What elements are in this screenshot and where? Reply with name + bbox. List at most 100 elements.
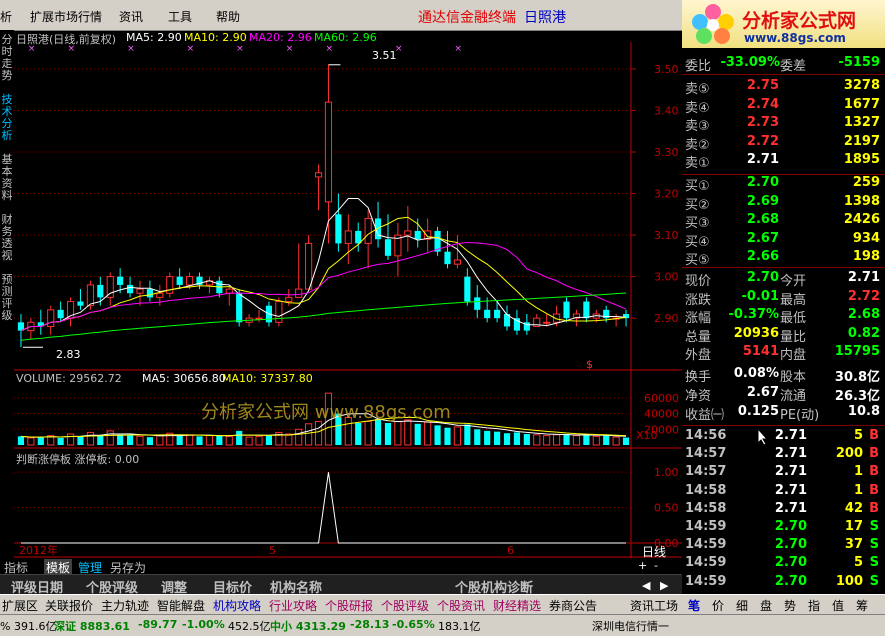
- menu-item-tools[interactable]: 工具: [168, 8, 192, 25]
- bid-row[interactable]: 买② 2.69 1398: [682, 193, 885, 213]
- side-tab-forecast[interactable]: 预测评级: [0, 274, 14, 322]
- stat-row[interactable]: 涨幅 -0.37% 最低 2.68: [682, 307, 885, 326]
- menu-item-ext-market[interactable]: 扩展市场行情: [30, 8, 102, 25]
- status-sme-index[interactable]: 中小 4313.29: [270, 618, 346, 634]
- volume-bar: [255, 435, 263, 446]
- bid-row[interactable]: 买④ 2.67 934: [682, 231, 885, 250]
- menu-item-analysis[interactable]: 析: [0, 8, 12, 25]
- chart-canvas[interactable]: × × × × × × × × ×$ 3.503.403.303.203.103.002.906…: [14, 30, 682, 558]
- tab-stock-news[interactable]: 个股资讯: [437, 597, 485, 614]
- tick-time: 14:57: [685, 446, 727, 462]
- volume-tick-label: 40000: [644, 408, 679, 421]
- ma5-line: [20, 198, 627, 332]
- volume-bar: [285, 433, 293, 446]
- tick-row[interactable]: 14:57 2.71 1 B: [682, 464, 885, 482]
- status-sz-index[interactable]: 深证 8883.61: [54, 618, 130, 634]
- row-value-2: 2426: [843, 212, 880, 228]
- stat-row[interactable]: 收益㈠ 0.125 PE(动) 10.8: [682, 404, 885, 423]
- tick-row[interactable]: 14:59 2.70 17 S: [682, 519, 885, 537]
- ask-row[interactable]: 卖① 2.71 1895: [682, 152, 885, 171]
- stat-row[interactable]: 涨跌 -0.01 最高 2.72: [682, 289, 885, 308]
- ask-row[interactable]: 卖② 2.72 2197: [682, 133, 885, 153]
- tab-institution-strategy[interactable]: 机构攻略: [213, 597, 261, 614]
- row-value-2: 26.3亿: [834, 389, 880, 404]
- signal-marker: ×: [187, 44, 195, 54]
- diagnosis-header-bar: 评级日期 个股评级 调整 目标价 机构名称 个股机构诊断 ◀ ▶: [0, 574, 682, 596]
- right-tab-trend[interactable]: 势: [784, 597, 796, 614]
- side-tab-intraday[interactable]: 分时走势: [0, 34, 14, 82]
- ask-row[interactable]: 卖④ 2.74 1677: [682, 97, 885, 116]
- minus-icon[interactable]: -: [654, 559, 658, 572]
- bid-row[interactable]: 买⑤ 2.66 198: [682, 249, 885, 268]
- y-tick-label: 3.50: [654, 63, 679, 76]
- right-tab-value[interactable]: 值: [832, 597, 844, 614]
- candle-body: [474, 297, 481, 310]
- right-tab-board[interactable]: 盘: [760, 597, 772, 614]
- right-tab-trade[interactable]: 笔: [688, 597, 700, 614]
- tick-row[interactable]: 14:59 2.70 37 S: [682, 537, 885, 555]
- bid-row[interactable]: 买① 2.70 259: [682, 175, 885, 194]
- right-tab-detail[interactable]: 细: [736, 597, 748, 614]
- tick-row[interactable]: 14:58 2.71 42 B: [682, 501, 885, 519]
- watermark-text: 分析家公式网 www.88gs.com: [201, 402, 451, 423]
- stat-row[interactable]: 总量 20936 量比 0.82: [682, 326, 885, 345]
- status-bar: % 391.6亿 深证 8883.61 -89.77 -1.00% 452.5亿…: [0, 614, 885, 636]
- menu-item-news[interactable]: 资讯: [119, 8, 143, 25]
- menu-item-help[interactable]: 帮助: [216, 8, 240, 25]
- tab-related-quote[interactable]: 关联报价: [45, 597, 93, 614]
- volume-bar: [612, 436, 620, 446]
- tab-stock-research[interactable]: 个股研报: [325, 597, 373, 614]
- row-value: 2.69: [746, 193, 779, 209]
- tab-stock-rating[interactable]: 个股评级: [381, 597, 429, 614]
- row-label-2: 最高: [780, 292, 807, 308]
- tick-row[interactable]: 14:59 2.70 100 S: [682, 574, 885, 592]
- candle-body: [186, 276, 194, 286]
- tick-row[interactable]: 14:59 2.70 5 S: [682, 555, 885, 573]
- y-tick-label: 3.40: [654, 104, 679, 117]
- tick-price: 2.70: [774, 519, 807, 534]
- stat-row[interactable]: 外盘 5141 内盘 15795: [682, 344, 885, 363]
- tick-row[interactable]: 14:56 2.71 5 B: [682, 428, 885, 446]
- tab-finance-picks[interactable]: 财经精选: [493, 597, 541, 614]
- ask-row[interactable]: 卖③ 2.73 1327: [682, 115, 885, 134]
- stat-row[interactable]: 现价 2.70 今开 2.71: [682, 270, 885, 289]
- tick-time: 14:56: [685, 428, 727, 443]
- weibi-value: -33.09%: [720, 55, 780, 70]
- tick-row[interactable]: 14:57 2.71 200 B: [682, 446, 885, 464]
- right-tab-price[interactable]: 价: [712, 597, 724, 614]
- tab-industry-strategy[interactable]: 行业攻略: [269, 597, 317, 614]
- tab-broker-notice[interactable]: 券商公告: [549, 597, 597, 614]
- right-tab-chips[interactable]: 筹: [856, 597, 868, 614]
- scroll-left-icon[interactable]: ◀: [642, 579, 650, 592]
- bid-row[interactable]: 买③ 2.68 2426: [682, 212, 885, 232]
- volume-bar: [533, 434, 541, 446]
- chart-title: 日照港(日线,前复权): [16, 33, 117, 46]
- tab-smart-analysis[interactable]: 智能解盘: [157, 597, 205, 614]
- tick-side: B: [869, 446, 879, 462]
- side-tab-fundamentals[interactable]: 基本资料: [0, 154, 14, 202]
- logo-url[interactable]: www.88gs.com: [744, 31, 846, 45]
- status-server[interactable]: 深圳电信行情一: [592, 618, 669, 634]
- row-label: 买③: [685, 216, 710, 232]
- ask-row[interactable]: 卖⑤ 2.75 3278: [682, 78, 885, 97]
- kline-chart-area[interactable]: × × × × × × × × × $ 3.50 3.40 3.30 3.20 3.10 3.00 2.90 6…: [14, 30, 682, 559]
- tick-price: 2.70: [774, 555, 807, 571]
- low-annotation: 2.83: [56, 348, 81, 361]
- scroll-right-icon[interactable]: ▶: [660, 579, 668, 592]
- candle-body: [225, 288, 233, 294]
- tab-ext-area[interactable]: 扩展区: [2, 597, 38, 614]
- volume-bar: [484, 430, 491, 445]
- volume-bar: [126, 435, 134, 445]
- stat-row[interactable]: 换手 0.08% 股本 30.8亿: [682, 366, 885, 385]
- row-value: 2.72: [746, 133, 779, 149]
- side-tab-technical[interactable]: 技术分析: [0, 94, 14, 142]
- side-tab-finance[interactable]: 财务透视: [0, 214, 14, 262]
- tab-main-track[interactable]: 主力轨迹: [101, 597, 149, 614]
- row-value: 2.67: [746, 385, 779, 400]
- stat-row[interactable]: 净资 2.67 流通 26.3亿: [682, 385, 885, 404]
- plus-icon[interactable]: +: [638, 559, 647, 572]
- tick-volume: 17: [844, 519, 863, 534]
- right-tab-index[interactable]: 指: [808, 597, 820, 614]
- tick-row[interactable]: 14:58 2.71 1 B: [682, 483, 885, 501]
- tab-info-workshop[interactable]: 资讯工场: [630, 597, 678, 614]
